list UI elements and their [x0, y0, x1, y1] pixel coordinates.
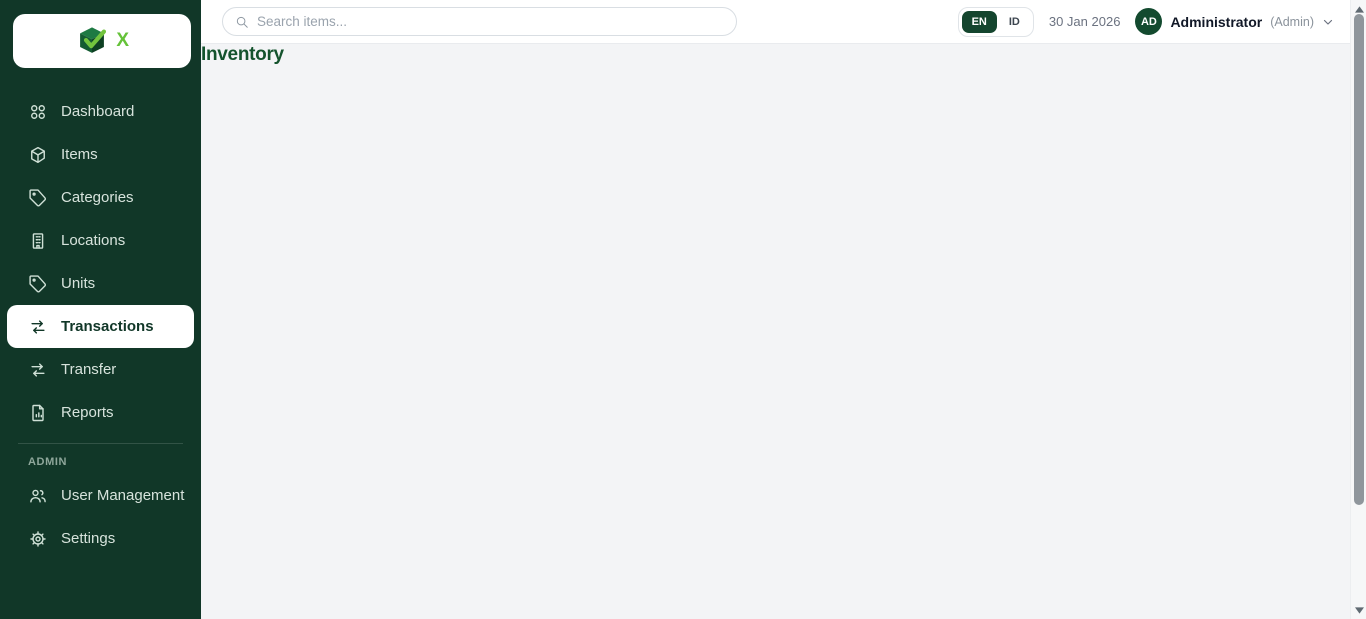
- logo-box-icon: [75, 24, 109, 58]
- sidebar-item-categories[interactable]: Categories: [7, 176, 194, 219]
- sidebar-item-label: Transactions: [61, 318, 154, 335]
- window-scrollbar: [1350, 0, 1366, 619]
- avatar: AD: [1135, 8, 1162, 35]
- current-date: 30 Jan 2026: [1049, 14, 1121, 29]
- lang-id-button[interactable]: ID: [999, 11, 1030, 33]
- sidebar-divider: [18, 443, 183, 444]
- search-input[interactable]: [257, 14, 724, 29]
- transfer-arrows-icon: [28, 317, 48, 337]
- chevron-down-icon: [1322, 16, 1334, 28]
- user-menu[interactable]: AD Administrator (Admin): [1135, 8, 1334, 35]
- search-icon: [235, 15, 249, 29]
- triangle-up-icon: [1355, 6, 1364, 13]
- topbar: EN ID 30 Jan 2026 AD Administrator (Admi…: [201, 0, 1350, 44]
- sidebar-item-reports[interactable]: Reports: [7, 391, 194, 434]
- sidebar-item-label: Settings: [61, 530, 115, 547]
- sidebar-item-label: Locations: [61, 232, 125, 249]
- lang-en-button[interactable]: EN: [962, 11, 997, 33]
- sidebar-item-label: Units: [61, 275, 95, 292]
- triangle-down-icon: [1355, 607, 1364, 614]
- building-icon: [28, 231, 48, 251]
- app-logo[interactable]: InventoryX: [13, 14, 191, 68]
- sidebar: InventoryX Dashboard Items Categories Lo…: [0, 0, 201, 619]
- user-name: Administrator: [1170, 14, 1262, 30]
- scrollbar-thumb[interactable]: [1354, 14, 1364, 505]
- tag-icon: [28, 274, 48, 294]
- sidebar-item-transactions[interactable]: Transactions: [7, 305, 194, 348]
- sidebar-item-label: Dashboard: [61, 103, 134, 120]
- language-toggle: EN ID: [958, 7, 1034, 37]
- sidebar-item-label: Reports: [61, 404, 114, 421]
- dashboard-icon: [28, 102, 48, 122]
- sidebar-item-label: User Management: [61, 487, 184, 504]
- sidebar-item-settings[interactable]: Settings: [7, 517, 194, 560]
- tag-icon: [28, 188, 48, 208]
- sidebar-item-dashboard[interactable]: Dashboard: [7, 90, 194, 133]
- sidebar-item-label: Items: [61, 146, 98, 163]
- gear-icon: [28, 529, 48, 549]
- transfer-arrows-icon: [28, 360, 48, 380]
- users-icon: [28, 486, 48, 506]
- sidebar-item-items[interactable]: Items: [7, 133, 194, 176]
- sidebar-item-locations[interactable]: Locations: [7, 219, 194, 262]
- global-search: [222, 7, 737, 36]
- cube-icon: [28, 145, 48, 165]
- scroll-down-arrow[interactable]: [1351, 603, 1366, 617]
- sidebar-item-label: Categories: [61, 189, 134, 206]
- user-role: (Admin): [1270, 15, 1314, 29]
- sidebar-item-label: Transfer: [61, 361, 116, 378]
- report-document-icon: [28, 403, 48, 423]
- sidebar-item-units[interactable]: Units: [7, 262, 194, 305]
- sidebar-item-user-management[interactable]: User Management: [7, 474, 194, 517]
- app-title: InventoryX: [116, 30, 128, 52]
- sidebar-item-transfer[interactable]: Transfer: [7, 348, 194, 391]
- sidebar-section-admin: ADMIN: [0, 452, 201, 474]
